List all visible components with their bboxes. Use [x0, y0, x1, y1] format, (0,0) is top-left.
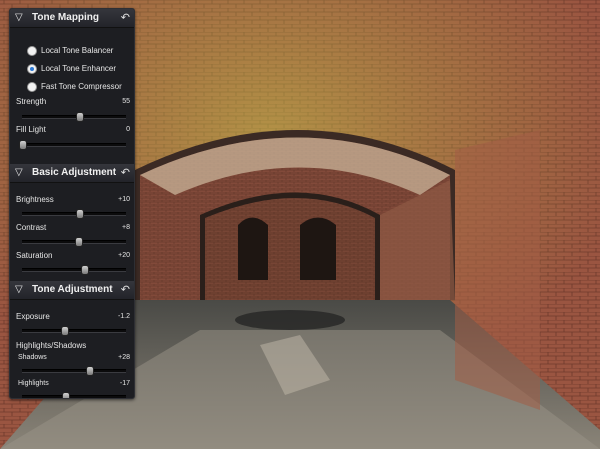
- collapse-triangle-icon[interactable]: ▽: [15, 166, 23, 180]
- fill-light-value: 0: [126, 126, 130, 133]
- basic-adjustment-header[interactable]: ▽ Basic Adjustment ↶: [10, 164, 134, 183]
- brightness-slider[interactable]: [22, 209, 126, 219]
- radio-button[interactable]: [27, 46, 37, 56]
- highlights-value: -17: [119, 380, 130, 387]
- radio-label: Fast Tone Compressor: [41, 82, 122, 91]
- collapse-triangle-icon[interactable]: ▽: [15, 11, 23, 25]
- strength-slider[interactable]: [22, 112, 126, 122]
- tone-mapping-header[interactable]: ▽ Tone Mapping ↶: [10, 9, 134, 28]
- slider-thumb[interactable]: [60, 326, 69, 336]
- reset-arrow-icon[interactable]: ↶: [121, 11, 130, 25]
- brightness-value: +10: [118, 196, 130, 203]
- section-title: Tone Adjustment: [32, 284, 113, 295]
- saturation-slider[interactable]: [22, 265, 126, 275]
- section-title: Tone Mapping: [32, 12, 100, 23]
- highlights-slider[interactable]: [22, 392, 126, 398]
- radio-label: Local Tone Balancer: [41, 46, 114, 55]
- slider-thumb[interactable]: [61, 392, 70, 398]
- contrast-value: +8: [122, 224, 130, 231]
- radio-label: Local Tone Enhancer: [41, 64, 117, 73]
- slider-thumb[interactable]: [76, 112, 85, 122]
- tone-adjustment-header[interactable]: ▽ Tone Adjustment ↶: [10, 281, 134, 300]
- radio-button[interactable]: [27, 82, 37, 92]
- reset-arrow-icon[interactable]: ↶: [121, 283, 130, 297]
- slider-thumb[interactable]: [75, 237, 84, 247]
- contrast-label: Contrast: [16, 223, 47, 232]
- fill-light-label: Fill Light: [16, 125, 46, 134]
- shadows-slider[interactable]: [22, 366, 126, 376]
- shadows-value: +28: [118, 354, 130, 361]
- exposure-label: Exposure: [16, 312, 50, 321]
- highlights-shadows-label: Highlights/Shadows: [16, 341, 87, 350]
- saturation-value: +20: [118, 252, 130, 259]
- slider-thumb[interactable]: [76, 209, 85, 219]
- exposure-slider[interactable]: [22, 326, 126, 336]
- strength-label: Strength: [16, 97, 47, 106]
- strength-value: 55: [122, 98, 130, 105]
- contrast-slider[interactable]: [22, 237, 126, 247]
- highlights-label: Highlights: [18, 380, 49, 387]
- brightness-label: Brightness: [16, 195, 54, 204]
- slider-thumb[interactable]: [81, 265, 90, 275]
- slider-thumb[interactable]: [19, 140, 27, 150]
- section-title: Basic Adjustment: [32, 167, 117, 178]
- slider-thumb[interactable]: [85, 366, 94, 376]
- adjustments-panel: ▽ Tone Mapping ↶ Local Tone Balancer Loc…: [9, 8, 135, 399]
- fill-light-slider[interactable]: [19, 140, 126, 150]
- reset-arrow-icon[interactable]: ↶: [121, 166, 130, 180]
- collapse-triangle-icon[interactable]: ▽: [15, 283, 23, 297]
- exposure-value: -1.2: [117, 313, 130, 320]
- radio-button-selected[interactable]: [27, 64, 37, 74]
- saturation-label: Saturation: [16, 251, 53, 260]
- shadows-label: Shadows: [18, 354, 47, 361]
